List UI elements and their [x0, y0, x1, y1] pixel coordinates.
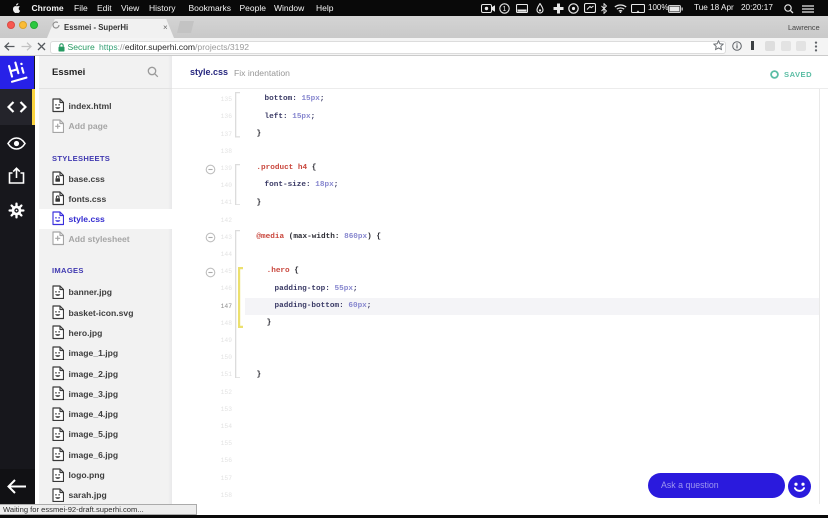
svg-text:1: 1: [503, 6, 507, 13]
